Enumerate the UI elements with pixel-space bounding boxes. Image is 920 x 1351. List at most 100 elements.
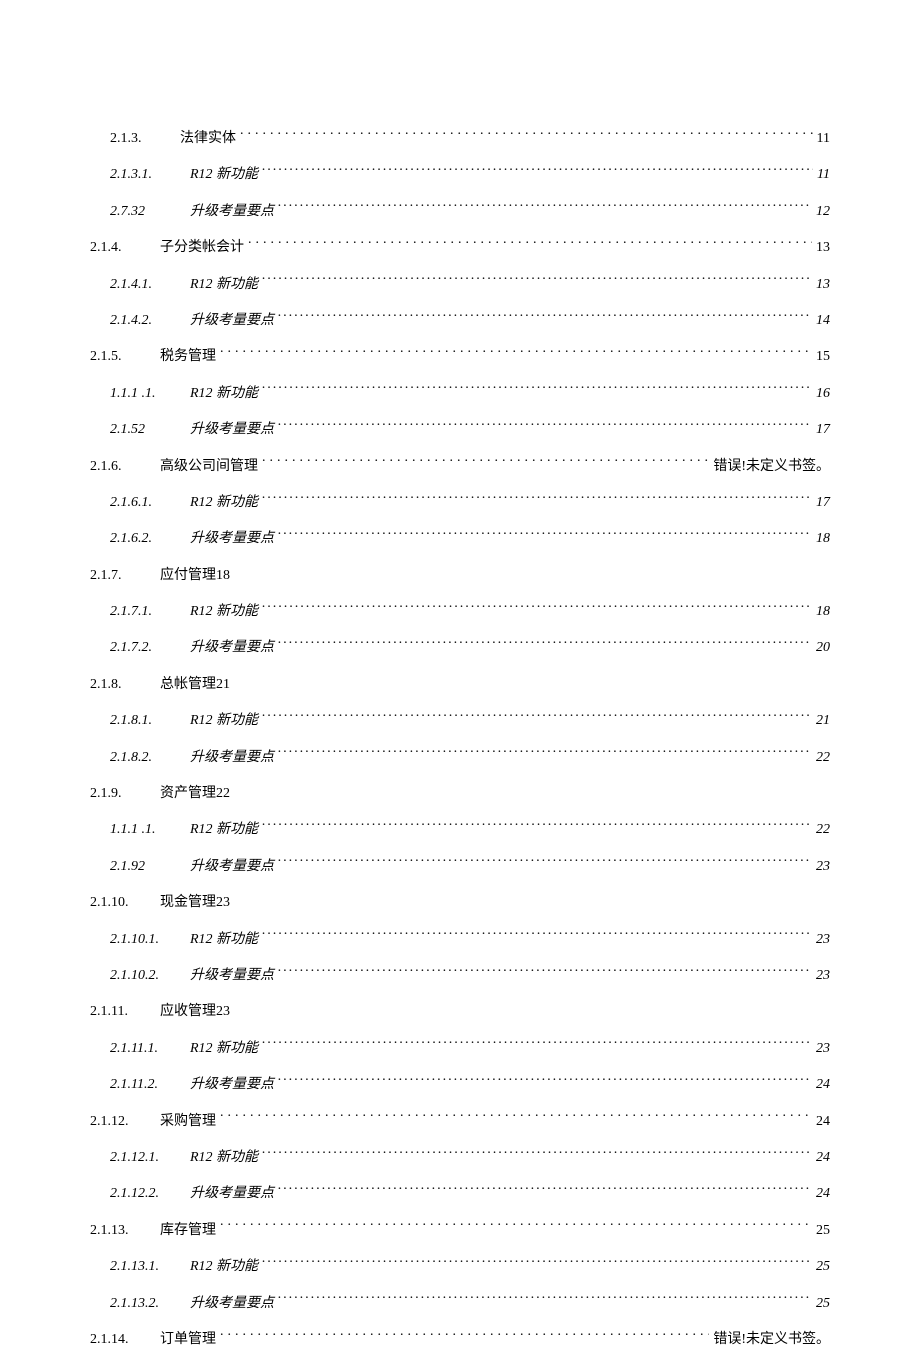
toc-entry-number: 2.1.7.2. <box>110 637 190 659</box>
toc-entry-page: 22 <box>812 747 830 769</box>
toc-entry[interactable]: 2.1.13.1.R12 新功能25 <box>90 1256 830 1278</box>
toc-leader <box>262 456 709 470</box>
toc-leader <box>220 1329 709 1343</box>
toc-entry-title: 升级考量要点 <box>190 1074 278 1096</box>
toc-entry-number: 2.1.12.1. <box>110 1147 190 1169</box>
toc-entry-title: 资产管理22 <box>160 783 234 805</box>
toc-entry-page: 21 <box>812 710 830 732</box>
toc-entry-title: 升级考量要点 <box>190 856 278 878</box>
toc-entry-title: R12 新功能 <box>190 1147 262 1169</box>
toc-leader <box>220 1220 812 1234</box>
toc-entry[interactable]: 2.1.11.应收管理23 <box>90 1001 830 1023</box>
toc-entry-page: 错误!未定义书签。 <box>709 1329 830 1351</box>
toc-entry-page: 12 <box>812 201 830 223</box>
toc-entry-page: 23 <box>812 929 830 951</box>
toc-entry-page: 25 <box>812 1293 830 1315</box>
toc-entry[interactable]: 2.1.8.1.R12 新功能21 <box>90 710 830 732</box>
toc-entry-title: 升级考量要点 <box>190 310 278 332</box>
toc-entry-page: 18 <box>812 528 830 550</box>
toc-entry[interactable]: 2.1.10.2.升级考量要点23 <box>90 965 830 987</box>
toc-entry-number: 2.1.11. <box>90 1001 160 1023</box>
toc-entry-number: 2.1.92 <box>110 856 190 878</box>
toc-entry-number: 2.1.10.1. <box>110 929 190 951</box>
toc-entry[interactable]: 2.1.52升级考量要点17 <box>90 419 830 441</box>
toc-entry[interactable]: 2.1.4.1.R12 新功能13 <box>90 274 830 296</box>
toc-entry-title: 升级考量要点 <box>190 528 278 550</box>
toc-entry-number: 2.1.7. <box>90 565 160 587</box>
toc-entry[interactable]: 2.1.12.采购管理24 <box>90 1111 830 1133</box>
toc-entry-title: 总帐管理21 <box>160 674 234 696</box>
toc-entry-title: 法律实体 <box>180 128 240 150</box>
toc-entry[interactable]: 1.1.1 .1.R12 新功能22 <box>90 819 830 841</box>
toc-leader <box>278 1074 812 1088</box>
toc-entry[interactable]: 2.1.10.现金管理23 <box>90 892 830 914</box>
toc-entry-page: 24 <box>812 1183 830 1205</box>
toc-entry[interactable]: 2.1.11.1.R12 新功能23 <box>90 1038 830 1060</box>
toc-entry-number: 2.1.6. <box>90 456 160 478</box>
toc-entry[interactable]: 2.1.5.税务管理15 <box>90 346 830 368</box>
toc-entry[interactable]: 2.1.9.资产管理22 <box>90 783 830 805</box>
toc-entry-number: 1.1.1 .1. <box>110 819 190 841</box>
toc-entry-title: 税务管理 <box>160 346 220 368</box>
toc-entry-page: 18 <box>812 601 830 623</box>
toc-entry-number: 2.1.10. <box>90 892 160 914</box>
toc-entry-number: 2.1.13. <box>90 1220 160 1242</box>
toc-entry-number: 2.1.3. <box>110 128 180 150</box>
toc-leader <box>234 565 826 579</box>
toc-entry[interactable]: 2.1.6.1.R12 新功能17 <box>90 492 830 514</box>
toc-leader <box>278 528 812 542</box>
toc-entry-number: 2.1.12. <box>90 1111 160 1133</box>
toc-leader <box>262 710 812 724</box>
toc-entry-title: 升级考量要点 <box>190 419 278 441</box>
toc-entry[interactable]: 2.1.7.1.R12 新功能18 <box>90 601 830 623</box>
toc-entry-page: 13 <box>812 237 830 259</box>
toc-entry-number: 2.1.9. <box>90 783 160 805</box>
toc-entry-page: 22 <box>812 819 830 841</box>
toc-entry[interactable]: 2.1.10.1.R12 新功能 23 <box>90 929 830 951</box>
toc-entry-page: 20 <box>812 637 830 659</box>
toc-entry-title: 升级考量要点 <box>190 1293 278 1315</box>
toc-leader <box>278 201 812 215</box>
toc-entry-page: 错误!未定义书签。 <box>709 456 830 478</box>
toc-entry[interactable]: 2.1.8.总帐管理21 <box>90 674 830 696</box>
toc-entry[interactable]: 2.1.6.2.升级考量要点18 <box>90 528 830 550</box>
toc-entry-page: 25 <box>812 1256 830 1278</box>
toc-entry[interactable]: 2.1.13.库存管理25 <box>90 1220 830 1242</box>
toc-entry-title: 库存管理 <box>160 1220 220 1242</box>
toc-entry[interactable]: 2.1.4.子分类帐会计13 <box>90 237 830 259</box>
toc-entry-title: R12 新功能 <box>190 929 262 951</box>
toc-entry-page: 13 <box>812 274 830 296</box>
toc-leader <box>262 274 812 288</box>
toc-entry[interactable]: 2.1.12.2.升级考量要点24 <box>90 1183 830 1205</box>
toc-entry[interactable]: 1.1.1 .1.R12 新功能16 <box>90 383 830 405</box>
toc-entry-page: 17 <box>812 492 830 514</box>
toc-leader <box>278 310 812 324</box>
toc-entry-title: 高级公司间管理 <box>160 456 262 478</box>
toc-entry-number: 2.1.3.1. <box>110 164 190 186</box>
toc-leader <box>234 1001 826 1015</box>
toc-entry-title: 应付管理18 <box>160 565 234 587</box>
toc-entry[interactable]: 2.1.92升级考量要点23 <box>90 856 830 878</box>
toc-leader <box>234 674 826 688</box>
toc-entry-page: 23 <box>812 965 830 987</box>
toc-entry-page: 16 <box>812 383 830 405</box>
toc-entry[interactable]: 2.1.13.2.升级考量要点25 <box>90 1293 830 1315</box>
toc-leader <box>278 965 812 979</box>
toc-entry[interactable]: 2.7.32升级考量要点12 <box>90 201 830 223</box>
toc-entry[interactable]: 2.1.7.2.升级考量要点20 <box>90 637 830 659</box>
toc-entry-page: 15 <box>812 346 830 368</box>
toc-entry[interactable]: 2.1.3.1.R12 新功能11 <box>90 164 830 186</box>
toc-leader <box>262 929 812 943</box>
toc-entry-number: 2.1.8.2. <box>110 747 190 769</box>
toc-entry[interactable]: 2.1.11.2.升级考量要点24 <box>90 1074 830 1096</box>
toc-entry[interactable]: 2.1.4.2.升级考量要点14 <box>90 310 830 332</box>
toc-leader <box>262 1038 812 1052</box>
toc-entry[interactable]: 2.1.12.1.R12 新功能24 <box>90 1147 830 1169</box>
toc-entry[interactable]: 2.1.14.订单管理错误!未定义书签。 <box>90 1329 830 1351</box>
toc-entry[interactable]: 2.1.8.2.升级考量要点22 <box>90 747 830 769</box>
toc-entry[interactable]: 2.1.7.应付管理18 <box>90 565 830 587</box>
toc-entry[interactable]: 2.1.3.法律实体11 <box>90 128 830 150</box>
toc-entry[interactable]: 2.1.6.高级公司间管理 错误!未定义书签。 <box>90 456 830 478</box>
toc-leader <box>278 856 812 870</box>
toc-entry-title: 采购管理 <box>160 1111 220 1133</box>
